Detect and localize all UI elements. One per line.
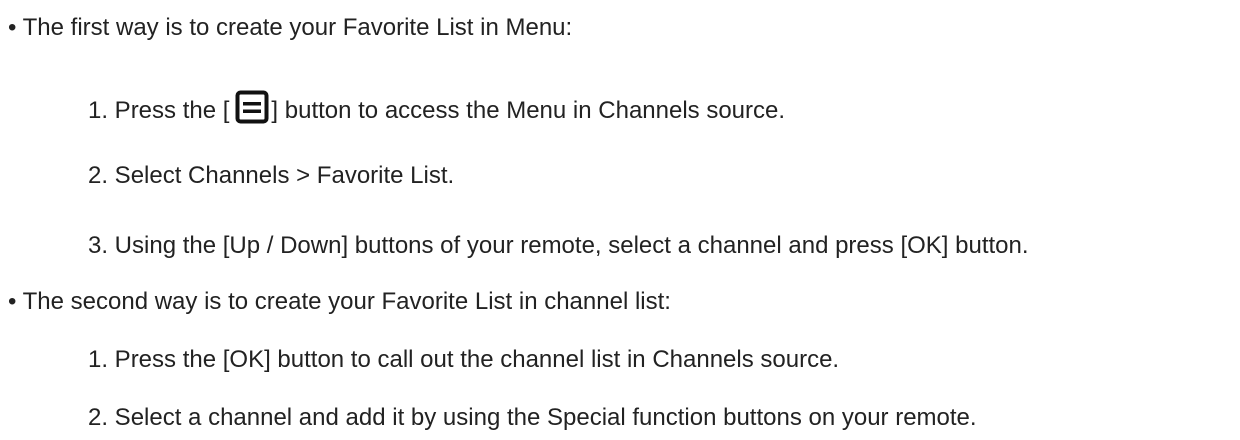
heading-text: The second way is to create your Favorit… <box>22 288 671 315</box>
section2-step-2: 2. Select a channel and add it by using … <box>88 404 977 432</box>
step-text: 1. Press the [OK] button to call out the… <box>88 346 840 373</box>
section2-heading: • The second way is to create your Favor… <box>8 288 671 316</box>
step-text: 2. Select a channel and add it by using … <box>88 404 977 431</box>
bullet: • <box>8 288 17 315</box>
section1-heading: • The first way is to create your Favori… <box>8 14 572 42</box>
step-text: 2. Select Channels > Favorite List. <box>88 162 455 189</box>
step-text-prefix: 1. Press the [ <box>88 97 230 124</box>
step-text: 3. Using the [Up / Down] buttons of your… <box>88 232 1029 259</box>
section1-step-3: 3. Using the [Up / Down] buttons of your… <box>88 232 1029 260</box>
section1-step-1: 1. Press the [ ] button to access the Men… <box>88 90 785 125</box>
step-text-suffix: ] button to access the Menu in Channels … <box>271 97 786 124</box>
menu-icon <box>235 90 269 124</box>
section1-step-2: 2. Select Channels > Favorite List. <box>88 162 454 190</box>
section2-step-1: 1. Press the [OK] button to call out the… <box>88 346 839 374</box>
bullet: • <box>8 14 17 41</box>
heading-text: The first way is to create your Favorite… <box>22 14 573 41</box>
